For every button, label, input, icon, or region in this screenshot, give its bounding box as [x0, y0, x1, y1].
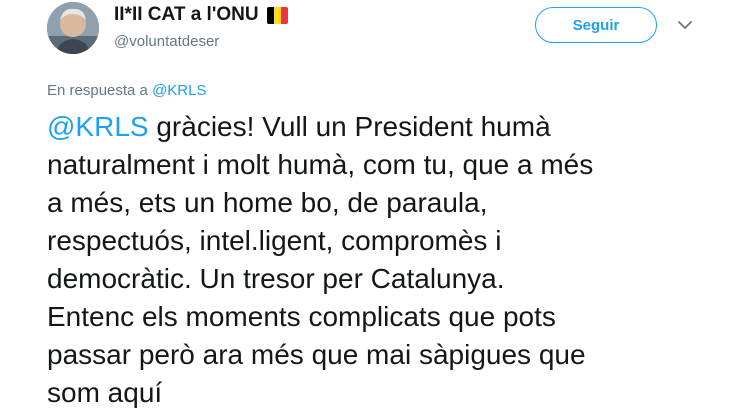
tweet-line: democràtic. Un tresor per Catalunya.	[47, 263, 505, 294]
follow-button[interactable]: Seguir	[535, 7, 657, 43]
author-display-name[interactable]: II*II CAT a l'ONU	[114, 4, 288, 26]
avatar-photo-icon	[47, 2, 99, 54]
tweet-line: passar però ara més que mai sàpigues que	[47, 339, 586, 370]
chevron-down-icon[interactable]	[676, 16, 694, 34]
tweet-line-text: gràcies! Vull un President humà	[148, 111, 551, 142]
reply-context: En respuesta a @KRLS	[47, 82, 207, 99]
tweet-text: @KRLS gràcies! Vull un President humà na…	[47, 108, 737, 412]
tweet-card: II*II CAT a l'ONU @voluntatdeser Seguir …	[0, 0, 740, 420]
tweet-line: naturalment i molt humà, com tu, que a m…	[47, 149, 594, 180]
tweet-line: Entenc els moments complicats que pots	[47, 301, 556, 332]
tweet-mention-link[interactable]: @KRLS	[47, 111, 149, 142]
author-name-text: II*II CAT a l'ONU	[114, 4, 259, 25]
user-avatar[interactable]	[47, 2, 99, 54]
author-handle[interactable]: @voluntatdeser	[114, 33, 219, 50]
belgian-flag-icon	[266, 6, 288, 24]
reply-mention-link[interactable]: @KRLS	[152, 82, 206, 99]
tweet-line: respectuós, intel.ligent, compromès i	[47, 225, 502, 256]
tweet-line: @KRLS gràcies! Vull un President humà	[47, 108, 737, 146]
reply-prefix: En respuesta a	[47, 82, 153, 99]
tweet-line: som aquí	[47, 377, 163, 408]
tweet-line: a més, ets un home bo, de paraula,	[47, 187, 488, 218]
